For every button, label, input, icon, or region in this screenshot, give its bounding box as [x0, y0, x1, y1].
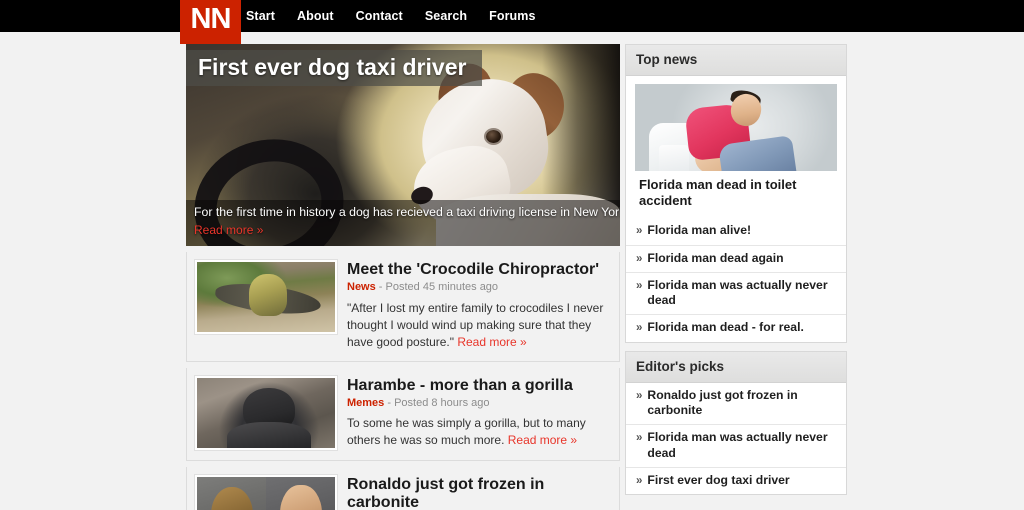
article-meta: Memes - Posted 8 hours ago	[347, 397, 609, 410]
hero-featured-article[interactable]: First ever dog taxi driver For the first…	[186, 44, 620, 246]
panel-top-news: Top news Florida man dead in toilet acci…	[625, 44, 847, 343]
article-read-more-link[interactable]: Read more »	[508, 433, 577, 447]
top-news-link-item[interactable]: » Florida man alive!	[626, 218, 846, 244]
article-excerpt: "After I lost my entire family to crocod…	[347, 300, 609, 351]
article-read-more-link[interactable]: Read more »	[457, 335, 526, 349]
site-logo-text: NN	[190, 3, 232, 35]
site-logo[interactable]: NN	[180, 0, 241, 44]
editors-picks-link-list: » Ronaldo just got frozen in carbonite »…	[626, 383, 846, 494]
top-news-link-label: Florida man was actually never dead	[647, 277, 828, 308]
article-timestamp: - Posted 8 hours ago	[384, 397, 490, 410]
article-thumbnail-crocodile-chiropractor[interactable]	[194, 259, 338, 335]
panel-editors-picks: Editor's picks » Ronaldo just got frozen…	[625, 350, 847, 496]
article-list-item[interactable]: Meet the 'Crocodile Chiropractor' News -…	[186, 252, 620, 362]
top-news-link-label: Florida man dead again	[647, 250, 784, 265]
panel-body-editors-picks: » Ronaldo just got frozen in carbonite »…	[626, 383, 846, 494]
top-news-featured-card[interactable]: Florida man dead in toilet accident	[635, 84, 837, 213]
top-news-link-label: Florida man dead - for real.	[647, 320, 804, 335]
chevron-right-icon: »	[636, 432, 643, 445]
top-news-link-item[interactable]: » Florida man dead again	[626, 244, 846, 272]
article-excerpt: To some he was simply a gorilla, but to …	[347, 415, 609, 449]
article-thumbnail-ronaldo-carbonite[interactable]	[194, 473, 338, 510]
chevron-right-icon: »	[636, 389, 643, 402]
article-text-block: Harambe - more than a gorilla Memes - Po…	[347, 376, 609, 450]
chevron-right-icon: »	[636, 279, 643, 292]
chevron-right-icon: »	[636, 322, 643, 335]
nav-item-search[interactable]: Search	[425, 9, 467, 23]
article-text-block: Ronaldo just got frozen in carbonite Spo…	[347, 475, 609, 510]
article-title: Ronaldo just got frozen in carbonite	[347, 475, 545, 510]
article-category[interactable]: Memes	[347, 397, 384, 409]
main-content-column: First ever dog taxi driver For the first…	[186, 44, 620, 510]
chevron-right-icon: »	[636, 474, 643, 487]
editors-picks-link-label: Florida man was actually never dead	[647, 430, 828, 460]
sidebar: Top news Florida man dead in toilet acci…	[625, 44, 847, 496]
article-list-item[interactable]: Harambe - more than a gorilla Memes - Po…	[186, 367, 620, 461]
editors-picks-link-item[interactable]: » Florida man was actually never dead	[626, 424, 846, 467]
main-navigation: Start About Contact Search Forums	[246, 0, 536, 32]
article-title: Harambe - more than a gorilla	[347, 376, 573, 394]
chevron-right-icon: »	[636, 252, 643, 265]
panel-body-top-news: Florida man dead in toilet accident » Fl…	[626, 84, 846, 342]
top-news-link-list: » Florida man alive! » Florida man dead …	[626, 218, 846, 342]
top-news-link-label: Florida man alive!	[647, 223, 752, 238]
chevron-right-icon: »	[636, 225, 643, 238]
article-title: Meet the 'Crocodile Chiropractor'	[347, 261, 600, 278]
hero-read-more-link[interactable]: Read more »	[194, 223, 263, 237]
thumbnail-half-statue	[197, 476, 266, 510]
nav-item-forums[interactable]: Forums	[489, 9, 535, 23]
panel-title-editors-picks: Editor's picks	[626, 351, 846, 383]
panel-title-top-news: Top news	[626, 45, 846, 76]
nav-item-start[interactable]: Start	[246, 9, 275, 23]
editors-picks-link-item[interactable]: » Ronaldo just got frozen in carbonite	[626, 383, 846, 425]
sidebar-panel-gap	[625, 343, 847, 351]
editors-picks-link-label: Ronaldo just got frozen in carbonite	[647, 387, 798, 418]
editors-picks-link-label: First ever dog taxi driver	[647, 472, 790, 487]
article-category[interactable]: News	[347, 281, 376, 293]
hero-image-dog-eye	[486, 130, 501, 143]
article-timestamp: - Posted 45 minutes ago	[375, 281, 499, 294]
top-news-link-item[interactable]: » Florida man was actually never dead	[626, 271, 846, 315]
hero-title: First ever dog taxi driver	[186, 50, 483, 87]
page-body: First ever dog taxi driver For the first…	[0, 32, 1024, 510]
article-meta: News - Posted 45 minutes ago	[347, 281, 609, 294]
editors-picks-link-item[interactable]: » First ever dog taxi driver	[626, 466, 846, 494]
article-list-item[interactable]: Ronaldo just got frozen in carbonite Spo…	[186, 466, 620, 510]
article-text-block: Meet the 'Crocodile Chiropractor' News -…	[347, 260, 609, 351]
nav-item-about[interactable]: About	[297, 9, 334, 23]
top-news-link-item[interactable]: » Florida man dead - for real.	[626, 314, 846, 341]
top-news-featured-caption: Florida man dead in toilet accident	[635, 171, 837, 213]
article-thumbnail-harambe-gorilla[interactable]	[194, 374, 338, 451]
nav-item-contact[interactable]: Contact	[356, 9, 403, 23]
hero-caption-bar: For the first time in history a dog has …	[186, 200, 620, 246]
thumbnail-half-photo	[266, 476, 335, 510]
hero-caption-text: For the first time in history a dog has …	[194, 205, 620, 220]
